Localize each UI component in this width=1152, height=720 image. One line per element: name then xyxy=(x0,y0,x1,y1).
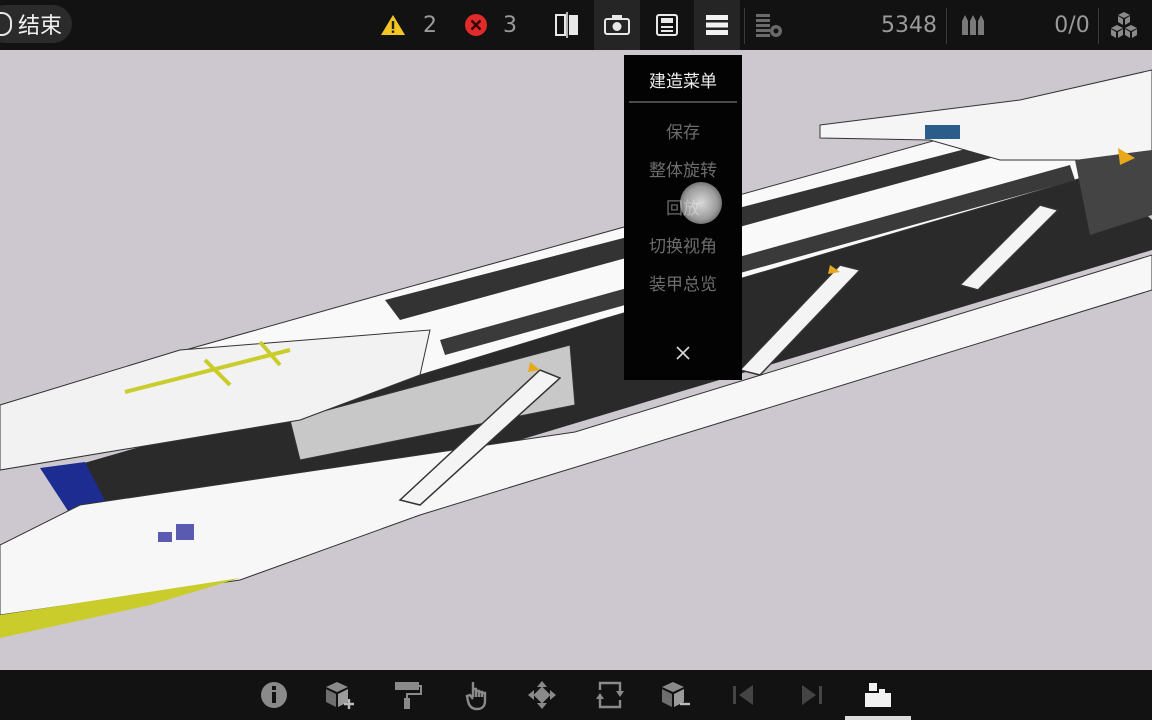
warning-icon[interactable] xyxy=(378,0,408,50)
error-icon[interactable] xyxy=(462,0,490,50)
points-value: 5348 xyxy=(881,12,937,38)
menu-divider xyxy=(629,101,737,103)
end-button[interactable]: 结束 xyxy=(0,5,72,43)
menu-title: 建造菜单 xyxy=(649,72,717,92)
info-icon[interactable] xyxy=(257,678,291,712)
warning-count: 2 xyxy=(423,12,437,38)
build-viewport[interactable] xyxy=(0,50,1152,670)
remove-block-icon[interactable] xyxy=(659,678,693,712)
paint-roller-icon[interactable] xyxy=(390,678,424,712)
menu-item-rotate-all[interactable]: 整体旋转 xyxy=(624,156,742,181)
close-icon[interactable] xyxy=(673,343,693,363)
end-button-label: 结束 xyxy=(18,14,63,39)
top-toolbar: 结束 2 3 5348 0/0 xyxy=(0,0,1152,50)
menu-item-save[interactable]: 保存 xyxy=(624,118,742,143)
touch-icon[interactable] xyxy=(460,678,494,712)
undo-icon[interactable] xyxy=(727,678,761,712)
save-icon[interactable] xyxy=(648,0,686,50)
menu-item-switch-view[interactable]: 切换视角 xyxy=(624,232,742,257)
error-count: 3 xyxy=(503,12,517,38)
build-menu: 建造菜单 保存 整体旋转 回放 切换视角 装甲总览 xyxy=(624,55,742,380)
touch-indicator xyxy=(680,182,722,224)
build-icon[interactable] xyxy=(861,678,895,712)
menu-icon[interactable] xyxy=(694,0,740,50)
ammo-value: 0/0 xyxy=(1054,12,1090,38)
redo-icon[interactable] xyxy=(794,678,828,712)
move-icon[interactable] xyxy=(525,678,559,712)
add-block-icon[interactable] xyxy=(323,678,357,712)
stats-icon[interactable] xyxy=(752,0,786,50)
bottom-toolbar xyxy=(0,670,1152,720)
parts-icon[interactable] xyxy=(1106,0,1142,50)
mirror-icon[interactable] xyxy=(548,0,586,50)
ammo-icon[interactable] xyxy=(956,0,990,50)
rotate-icon[interactable] xyxy=(593,678,627,712)
end-icon xyxy=(0,12,12,36)
toolbar-separator xyxy=(946,8,947,44)
camera-icon[interactable] xyxy=(594,0,640,50)
menu-item-armor-overview[interactable]: 装甲总览 xyxy=(624,270,742,295)
toolbar-separator xyxy=(1098,8,1099,44)
toolbar-separator xyxy=(744,8,745,44)
ship-model[interactable] xyxy=(0,50,1152,670)
active-tool-indicator xyxy=(845,716,911,720)
